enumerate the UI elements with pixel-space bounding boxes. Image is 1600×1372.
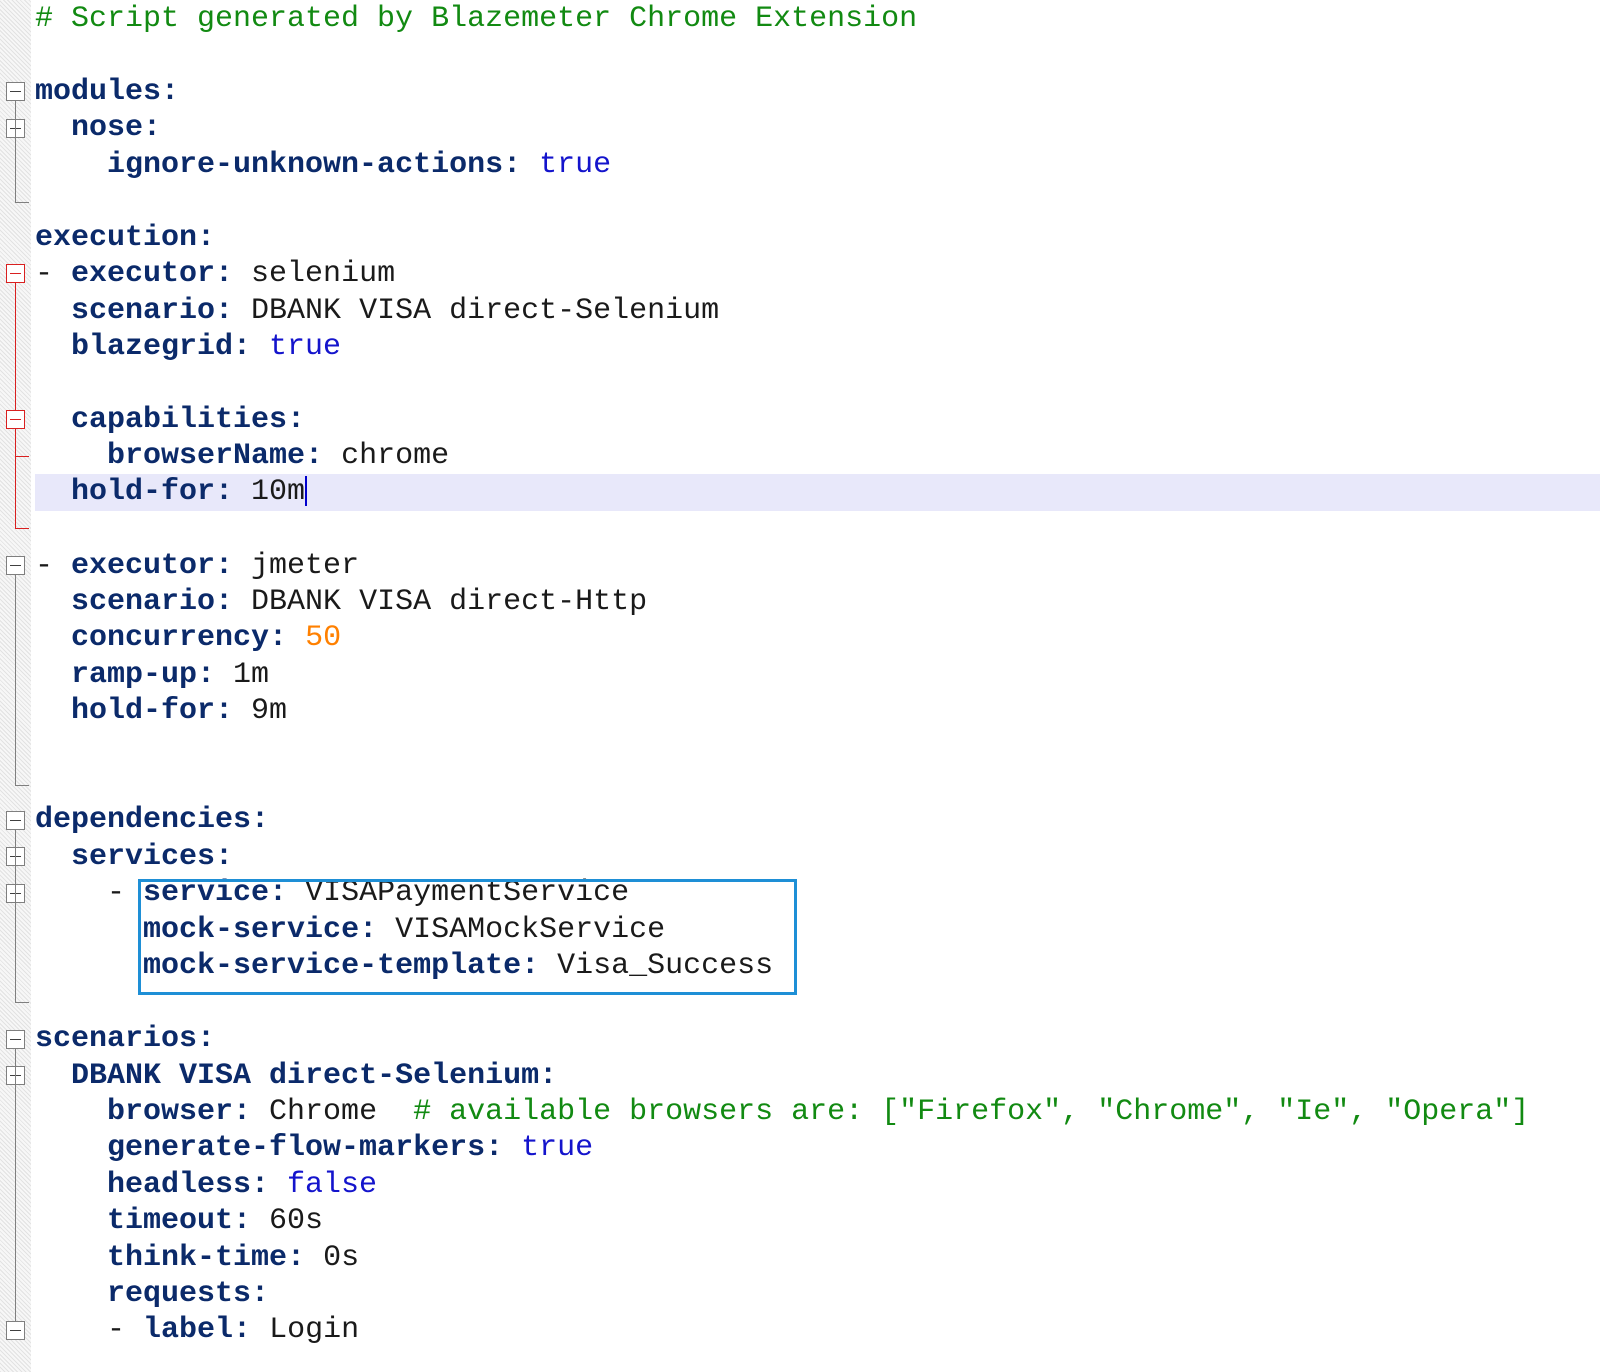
yaml-value: chrome bbox=[323, 439, 450, 473]
yaml-key: scenario: bbox=[71, 585, 234, 619]
code-line-31: browser: Chrome # available browsers are… bbox=[35, 1094, 1529, 1131]
code-line-17: scenario: DBANK VISA direct-Http bbox=[35, 584, 647, 621]
fold-end-tick bbox=[15, 456, 29, 457]
yaml-key: requests: bbox=[107, 1277, 270, 1311]
code-line-18: concurrency: 50 bbox=[35, 620, 341, 657]
yaml-key: hold-for: bbox=[71, 475, 234, 509]
code-line-9: scenario: DBANK VISA direct-Selenium bbox=[35, 293, 719, 330]
fold-toggle-request-login-icon[interactable] bbox=[6, 1321, 25, 1340]
yaml-value: 9m bbox=[233, 694, 288, 728]
yaml-value: Chrome bbox=[251, 1095, 414, 1129]
code-editor[interactable]: # Script generated by Blazemeter Chrome … bbox=[0, 0, 1600, 1372]
dependencies-highlight-box bbox=[138, 879, 797, 995]
yaml-key: blazegrid: bbox=[71, 330, 252, 364]
code-line-10: blazegrid: true bbox=[35, 329, 341, 366]
code-line-37: - label: Login bbox=[35, 1313, 360, 1347]
yaml-value: selenium bbox=[233, 257, 396, 291]
code-line-5: ignore-unknown-actions: true bbox=[35, 147, 611, 184]
code-line-34: timeout: 60s bbox=[35, 1203, 323, 1240]
code-line-32: generate-flow-markers: true bbox=[35, 1130, 593, 1167]
yaml-value: true bbox=[503, 1131, 594, 1165]
code-line-7: execution: bbox=[35, 220, 215, 257]
yaml-key: executor: bbox=[71, 257, 234, 291]
yaml-key: dependencies: bbox=[35, 803, 270, 837]
yaml-key: browserName: bbox=[107, 439, 324, 473]
code-line-4: nose: bbox=[35, 110, 161, 147]
code-line-36: requests: bbox=[35, 1276, 269, 1313]
yaml-value: 60s bbox=[251, 1204, 324, 1238]
yaml-value: jmeter bbox=[233, 549, 360, 583]
yaml-key: timeout: bbox=[107, 1204, 252, 1238]
yaml-key: scenario: bbox=[71, 294, 234, 328]
comment: # Script generated by Blazemeter Chrome … bbox=[35, 2, 918, 36]
code-area[interactable]: # Script generated by Blazemeter Chrome … bbox=[35, 0, 1600, 1372]
fold-toggle-capabilities-icon[interactable] bbox=[6, 410, 25, 429]
fold-toggle-modules-icon[interactable] bbox=[6, 82, 25, 101]
fold-gutter bbox=[0, 0, 31, 1372]
fold-guide-line-active bbox=[15, 283, 16, 528]
code-line-23: dependencies: bbox=[35, 802, 269, 839]
code-line-35: think-time: 0s bbox=[35, 1240, 359, 1277]
yaml-value: DBANK VISA direct-Http bbox=[233, 585, 648, 619]
yaml-value: 50 bbox=[287, 621, 342, 655]
fold-guide-line bbox=[15, 830, 16, 1002]
yaml-key: services: bbox=[71, 840, 234, 874]
fold-end-tick bbox=[15, 1002, 29, 1003]
yaml-key: headless: bbox=[107, 1168, 270, 1202]
yaml-key: nose: bbox=[71, 111, 162, 145]
fold-guide-line bbox=[15, 575, 16, 785]
code-line-20: hold-for: 9m bbox=[35, 693, 287, 730]
yaml-value: 0s bbox=[305, 1241, 360, 1275]
yaml-value: DBANK VISA direct-Selenium bbox=[233, 294, 720, 328]
yaml-key: capabilities: bbox=[71, 403, 306, 437]
fold-toggle-dependencies-icon[interactable] bbox=[6, 811, 25, 830]
code-line-29: scenarios: bbox=[35, 1021, 215, 1058]
yaml-key: think-time: bbox=[107, 1241, 306, 1275]
fold-toggle-executor-selenium-icon[interactable] bbox=[6, 264, 25, 283]
yaml-key: label: bbox=[143, 1313, 252, 1347]
code-line-1: # Script generated by Blazemeter Chrome … bbox=[35, 1, 917, 38]
code-line-30: DBANK VISA direct-Selenium: bbox=[35, 1058, 557, 1095]
yaml-value: true bbox=[251, 330, 342, 364]
yaml-value: 10m bbox=[233, 475, 306, 509]
code-line-24: services: bbox=[35, 839, 233, 876]
yaml-key: scenarios: bbox=[35, 1022, 216, 1056]
yaml-value: 1m bbox=[215, 658, 270, 692]
yaml-value: true bbox=[521, 148, 612, 182]
yaml-key: execution: bbox=[35, 221, 216, 255]
yaml-value: Login bbox=[251, 1313, 360, 1347]
yaml-key: browser: bbox=[107, 1095, 252, 1129]
yaml-key: ignore-unknown-actions: bbox=[107, 148, 522, 182]
code-line-19: ramp-up: 1m bbox=[35, 657, 269, 694]
yaml-key: concurrency: bbox=[71, 621, 288, 655]
yaml-key: hold-for: bbox=[71, 694, 234, 728]
yaml-value: false bbox=[269, 1168, 378, 1202]
code-line-3: modules: bbox=[35, 74, 179, 111]
comment: # available browsers are: ["Firefox", "C… bbox=[413, 1095, 1530, 1129]
yaml-key: DBANK VISA direct-Selenium: bbox=[71, 1059, 558, 1093]
code-line-14-current[interactable]: hold-for: 10m bbox=[35, 474, 1600, 511]
fold-toggle-scenarios-icon[interactable] bbox=[6, 1030, 25, 1049]
code-line-12: capabilities: bbox=[35, 402, 305, 439]
fold-end-tick bbox=[15, 785, 29, 786]
fold-toggle-executor-jmeter-icon[interactable] bbox=[6, 556, 25, 575]
fold-guide-line bbox=[15, 1049, 16, 1321]
fold-end-tick bbox=[15, 202, 29, 203]
fold-guide-line bbox=[15, 101, 16, 203]
yaml-key: executor: bbox=[71, 549, 234, 583]
fold-end-tick bbox=[15, 528, 29, 529]
yaml-key: ramp-up: bbox=[71, 658, 216, 692]
code-line-33: headless: false bbox=[35, 1167, 377, 1204]
code-line-8: - executor: selenium bbox=[35, 257, 396, 291]
code-line-16: - executor: jmeter bbox=[35, 549, 360, 583]
text-caret bbox=[305, 476, 308, 507]
yaml-key: generate-flow-markers: bbox=[107, 1131, 504, 1165]
code-line-13: browserName: chrome bbox=[35, 438, 449, 475]
yaml-key: modules: bbox=[35, 75, 180, 109]
